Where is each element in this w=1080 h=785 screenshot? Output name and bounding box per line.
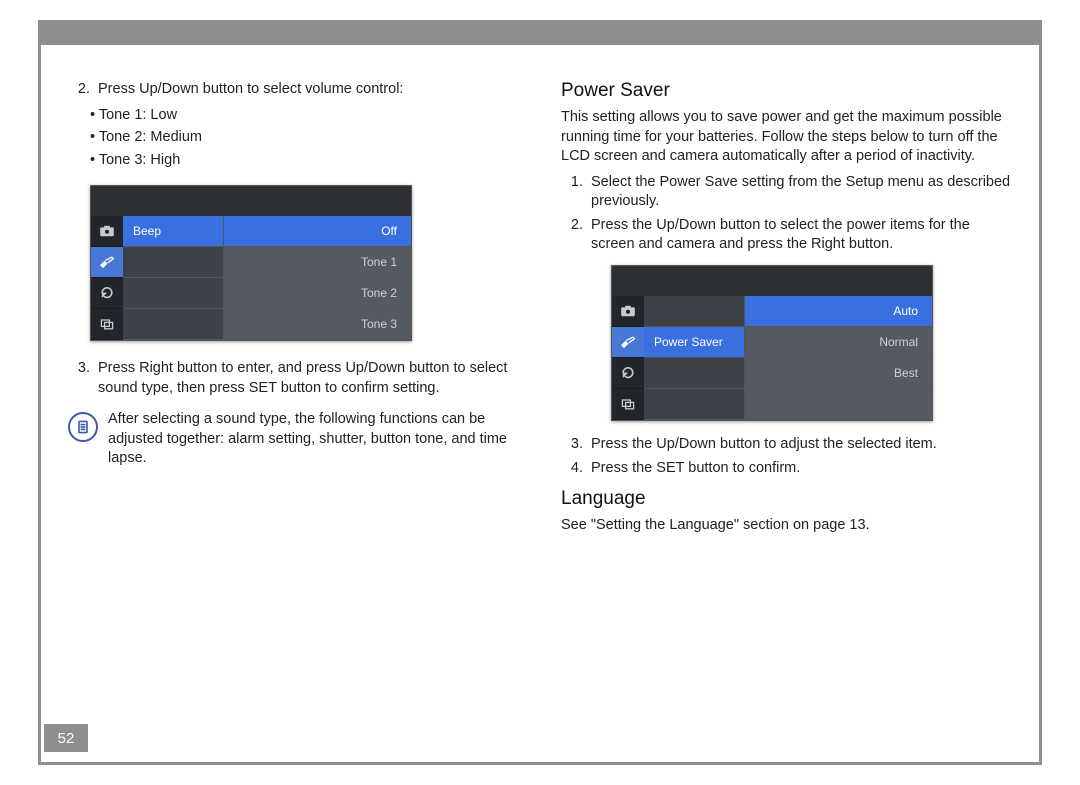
beep-menu-screenshot: Beep Off Tone 1 Tone 2 Tone 3 bbox=[90, 185, 519, 341]
right-column: Power Saver This setting allows you to s… bbox=[561, 80, 1012, 725]
text-part: button to confirm. bbox=[684, 460, 800, 476]
tab-column bbox=[612, 296, 644, 420]
menu-item bbox=[644, 358, 744, 389]
brush-icon bbox=[91, 247, 123, 278]
list-item: Tone 2: Medium bbox=[90, 126, 519, 148]
menu-item bbox=[644, 296, 744, 327]
power-saver-screenshot: Power Saver Auto Normal Best bbox=[611, 265, 1012, 421]
menu-value: Tone 1 bbox=[224, 247, 411, 278]
section-heading: Power Saver bbox=[561, 80, 1012, 102]
language-note: See "Setting the Language" section on pa… bbox=[561, 516, 1012, 536]
step-number: 1. bbox=[561, 173, 591, 212]
menu-value: Best bbox=[745, 358, 932, 389]
content: 2. Press Up/Down button to select volume… bbox=[68, 80, 1012, 725]
overlap-icon bbox=[91, 309, 123, 340]
menu-item bbox=[644, 389, 744, 420]
menu-item bbox=[123, 309, 223, 340]
menu-value: Normal bbox=[745, 327, 932, 358]
menu-value: Off bbox=[224, 216, 411, 247]
ps-step-4: 4. Press the SET button to confirm. bbox=[561, 459, 1012, 479]
refresh-icon bbox=[91, 278, 123, 309]
step-text: Press the Up/Down button to adjust the s… bbox=[591, 435, 1012, 455]
camera-icon bbox=[91, 216, 123, 247]
ps-step-1: 1. Select the Power Save setting from th… bbox=[561, 173, 1012, 212]
overlap-icon bbox=[612, 389, 644, 420]
step-text: Press Right button to enter, and press U… bbox=[98, 359, 519, 398]
menu-value: Auto bbox=[745, 296, 932, 327]
screen-topbar bbox=[91, 186, 411, 216]
list-item: Tone 1: Low bbox=[90, 104, 519, 126]
screen-topbar bbox=[612, 266, 932, 296]
tone-list: Tone 1: Low Tone 2: Medium Tone 3: High bbox=[68, 104, 519, 171]
note-text: After selecting a sound type, the follow… bbox=[108, 410, 519, 469]
step-number: 3. bbox=[561, 435, 591, 455]
ps-step-3: 3. Press the Up/Down button to adjust th… bbox=[561, 435, 1012, 455]
screen-body: Beep Off Tone 1 Tone 2 Tone 3 bbox=[91, 216, 411, 340]
step-number: 2. bbox=[561, 216, 591, 255]
camera-screen: Power Saver Auto Normal Best bbox=[611, 265, 933, 421]
step-text: Press the Up/Down button to select the p… bbox=[591, 216, 1012, 255]
left-column: 2. Press Up/Down button to select volume… bbox=[68, 80, 519, 725]
camera-icon bbox=[612, 296, 644, 327]
tab-column bbox=[91, 216, 123, 340]
brush-icon bbox=[612, 327, 644, 358]
section-heading: Language bbox=[561, 488, 1012, 510]
text-part: Press the bbox=[591, 460, 656, 476]
step-3: 3. Press Right button to enter, and pres… bbox=[68, 359, 519, 398]
note-icon bbox=[68, 412, 98, 442]
menu-value-col: Auto Normal Best bbox=[745, 296, 932, 420]
menu-item: Power Saver bbox=[644, 327, 744, 358]
menu-item bbox=[123, 247, 223, 278]
ps-step-2: 2. Press the Up/Down button to select th… bbox=[561, 216, 1012, 255]
page-number: 52 bbox=[44, 724, 88, 752]
menu-value: Tone 3 bbox=[224, 309, 411, 340]
menu-value bbox=[745, 389, 932, 420]
step-text: Press Up/Down button to select volume co… bbox=[98, 80, 519, 100]
step-number: 4. bbox=[561, 459, 591, 479]
step-text: Select the Power Save setting from the S… bbox=[591, 173, 1012, 212]
list-item: Tone 3: High bbox=[90, 149, 519, 171]
note: After selecting a sound type, the follow… bbox=[68, 410, 519, 469]
set-label: SET bbox=[656, 460, 684, 476]
menu-item bbox=[123, 278, 223, 309]
refresh-icon bbox=[612, 358, 644, 389]
menu-item: Beep bbox=[123, 216, 223, 247]
step-number: 2. bbox=[68, 80, 98, 100]
menu-value-col: Off Tone 1 Tone 2 Tone 3 bbox=[224, 216, 411, 340]
camera-screen: Beep Off Tone 1 Tone 2 Tone 3 bbox=[90, 185, 412, 341]
menu-label-col: Beep bbox=[123, 216, 224, 340]
step-number: 3. bbox=[68, 359, 98, 398]
menu-label-col: Power Saver bbox=[644, 296, 745, 420]
text-part: button to confirm setting. bbox=[277, 380, 440, 396]
screen-body: Power Saver Auto Normal Best bbox=[612, 296, 932, 420]
step-2: 2. Press Up/Down button to select volume… bbox=[68, 80, 519, 100]
set-label: SET bbox=[249, 380, 277, 396]
menu-value: Tone 2 bbox=[224, 278, 411, 309]
step-text: Press the SET button to confirm. bbox=[591, 459, 1012, 479]
intro-text: This setting allows you to save power an… bbox=[561, 108, 1012, 167]
